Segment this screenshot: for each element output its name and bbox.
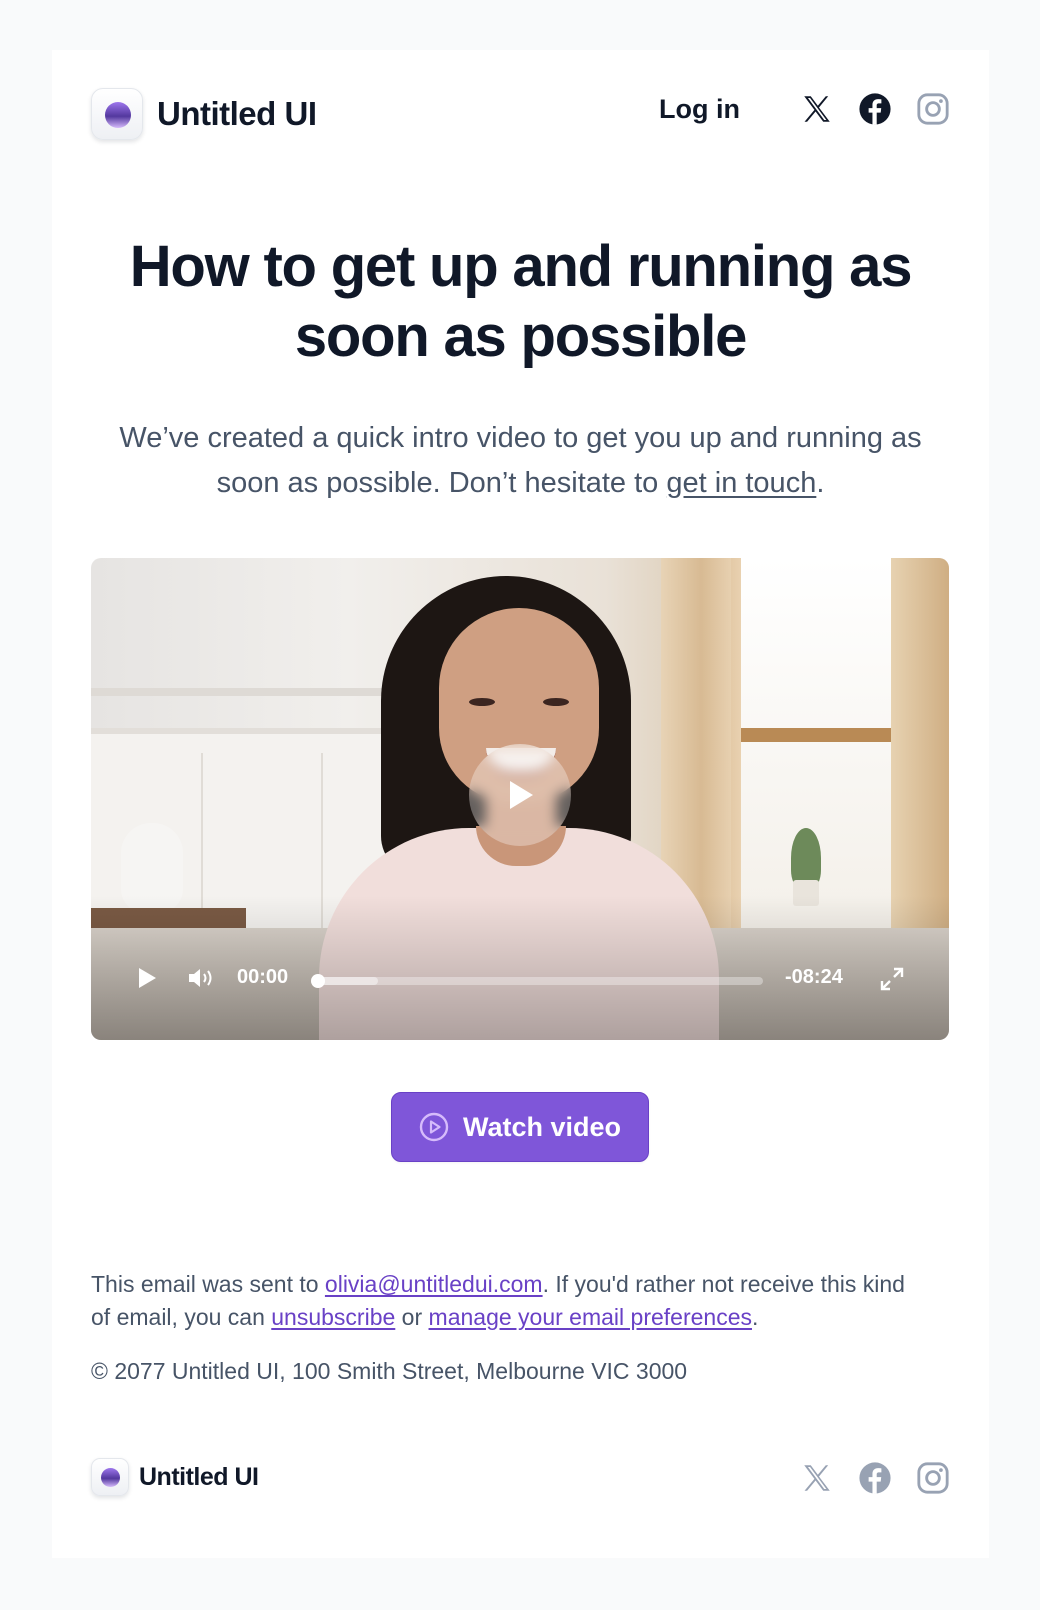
- intro-text: We’ve created a quick intro video to get…: [119, 422, 922, 499]
- instagram-icon[interactable]: [916, 92, 950, 126]
- login-link[interactable]: Log in: [659, 94, 740, 125]
- footer-social: [776, 1461, 950, 1495]
- facebook-icon[interactable]: [858, 92, 892, 126]
- logo-mark-icon: [91, 88, 143, 140]
- footer-logo-mark-icon: [91, 1458, 129, 1496]
- video-player[interactable]: 00:00 -08:24: [91, 558, 949, 1040]
- volume-icon[interactable]: [187, 966, 217, 990]
- play-icon: [510, 781, 533, 809]
- footer-brand-name: Untitled UI: [139, 1462, 259, 1491]
- remaining-time: -08:24: [785, 966, 843, 988]
- header-nav: Log in: [659, 92, 950, 126]
- brand-logo[interactable]: Untitled UI: [91, 88, 317, 140]
- brand-name: Untitled UI: [157, 95, 317, 132]
- get-in-touch-link[interactable]: get in touch: [666, 467, 816, 499]
- page-title: How to get up and running as soon as pos…: [129, 234, 913, 369]
- video-controls: 00:00 -08:24: [91, 960, 949, 996]
- footer-facebook-icon[interactable]: [858, 1461, 892, 1495]
- progress-track[interactable]: [311, 974, 763, 988]
- scrubber-handle[interactable]: [311, 974, 325, 988]
- current-time: 00:00: [237, 966, 289, 988]
- watch-video-label: Watch video: [462, 1111, 622, 1142]
- email-card: Untitled UI Log in How to get up and run…: [52, 50, 989, 1558]
- manage-preferences-link[interactable]: manage your email preferences: [429, 1304, 752, 1330]
- watch-video-button[interactable]: Watch video: [391, 1092, 649, 1162]
- email-link[interactable]: olivia@untitledui.com: [325, 1271, 543, 1297]
- footer-instagram-icon[interactable]: [916, 1461, 950, 1495]
- unsubscribe-link[interactable]: unsubscribe: [271, 1304, 395, 1330]
- copyright: © 2077 Untitled UI, 100 Smith Street, Me…: [91, 1358, 688, 1384]
- legal-text: This email was sent to olivia@untitledui…: [91, 1271, 905, 1330]
- fullscreen-icon[interactable]: [879, 966, 905, 992]
- x-icon[interactable]: [800, 92, 834, 126]
- header: Untitled UI Log in: [91, 88, 950, 144]
- footer-x-icon[interactable]: [800, 1461, 834, 1495]
- play-circle-icon: [419, 1112, 449, 1142]
- control-play-icon[interactable]: [135, 966, 159, 990]
- footer: Untitled UI: [91, 1458, 950, 1498]
- big-play-button[interactable]: [469, 744, 571, 846]
- footer-logo[interactable]: Untitled UI: [91, 1458, 259, 1496]
